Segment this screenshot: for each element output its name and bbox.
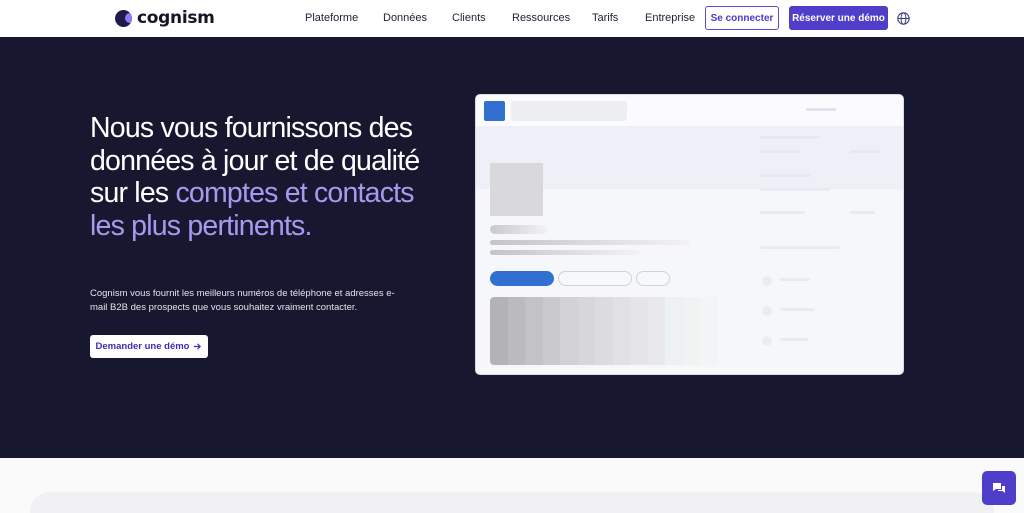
preview-placeholder xyxy=(760,246,840,249)
chat-widget-button[interactable] xyxy=(982,471,1016,505)
preview-profile-image xyxy=(490,163,543,216)
next-section xyxy=(0,458,1024,513)
hero-subtitle: Cognism vous fournit les meilleurs numér… xyxy=(90,288,395,313)
nav-item-plateforme[interactable]: Plateforme xyxy=(305,12,358,24)
book-demo-button[interactable]: Réserver une démo xyxy=(789,6,888,30)
nav-item-clients[interactable]: Clients xyxy=(452,12,486,24)
preview-placeholder xyxy=(762,336,772,346)
preview-primary-pill xyxy=(490,271,554,286)
preview-placeholder xyxy=(780,278,810,281)
preview-placeholder xyxy=(762,306,772,316)
preview-placeholder xyxy=(806,108,836,111)
chat-bubbles-icon xyxy=(993,483,1005,493)
preview-topbar xyxy=(476,95,903,126)
preview-placeholder xyxy=(850,211,875,214)
preview-placeholder xyxy=(850,150,880,153)
preview-placeholder xyxy=(760,174,810,177)
preview-secondary-pill xyxy=(636,271,670,286)
preview-placeholder xyxy=(760,136,820,139)
hero-section: Nous vous fournissons des données à jour… xyxy=(0,37,1024,458)
nav-item-donnees[interactable]: Données xyxy=(383,12,427,24)
preview-placeholder xyxy=(780,308,815,311)
nav-item-entreprise[interactable]: Entreprise xyxy=(645,12,695,24)
next-section-card xyxy=(30,492,994,513)
nav-item-ressources[interactable]: Ressources xyxy=(512,12,570,24)
preview-placeholder xyxy=(760,150,800,153)
hero-title: Nous vous fournissons des données à jour… xyxy=(90,112,430,242)
product-preview xyxy=(475,94,904,375)
preview-text-skeleton xyxy=(490,250,640,255)
preview-side-panel xyxy=(750,126,903,374)
nav-item-tarifs[interactable]: Tarifs xyxy=(592,12,618,24)
preview-name-skeleton xyxy=(490,225,548,234)
preview-secondary-pill xyxy=(558,271,632,286)
preview-placeholder xyxy=(780,338,808,341)
preview-app-icon xyxy=(484,101,505,121)
preview-placeholder xyxy=(760,211,805,214)
top-navigation: cognism Plateforme Données Clients Resso… xyxy=(0,0,1024,37)
login-button[interactable]: Se connecter xyxy=(705,6,779,30)
request-demo-label: Demander une démo xyxy=(95,341,190,352)
preview-data-block xyxy=(490,297,718,365)
preview-search-bar xyxy=(511,101,627,121)
request-demo-button[interactable]: Demander une démo xyxy=(90,335,208,358)
preview-placeholder xyxy=(760,188,830,191)
preview-placeholder xyxy=(762,276,772,286)
globe-icon[interactable] xyxy=(897,12,910,25)
arrow-right-icon xyxy=(194,343,202,350)
preview-text-skeleton xyxy=(490,240,690,245)
